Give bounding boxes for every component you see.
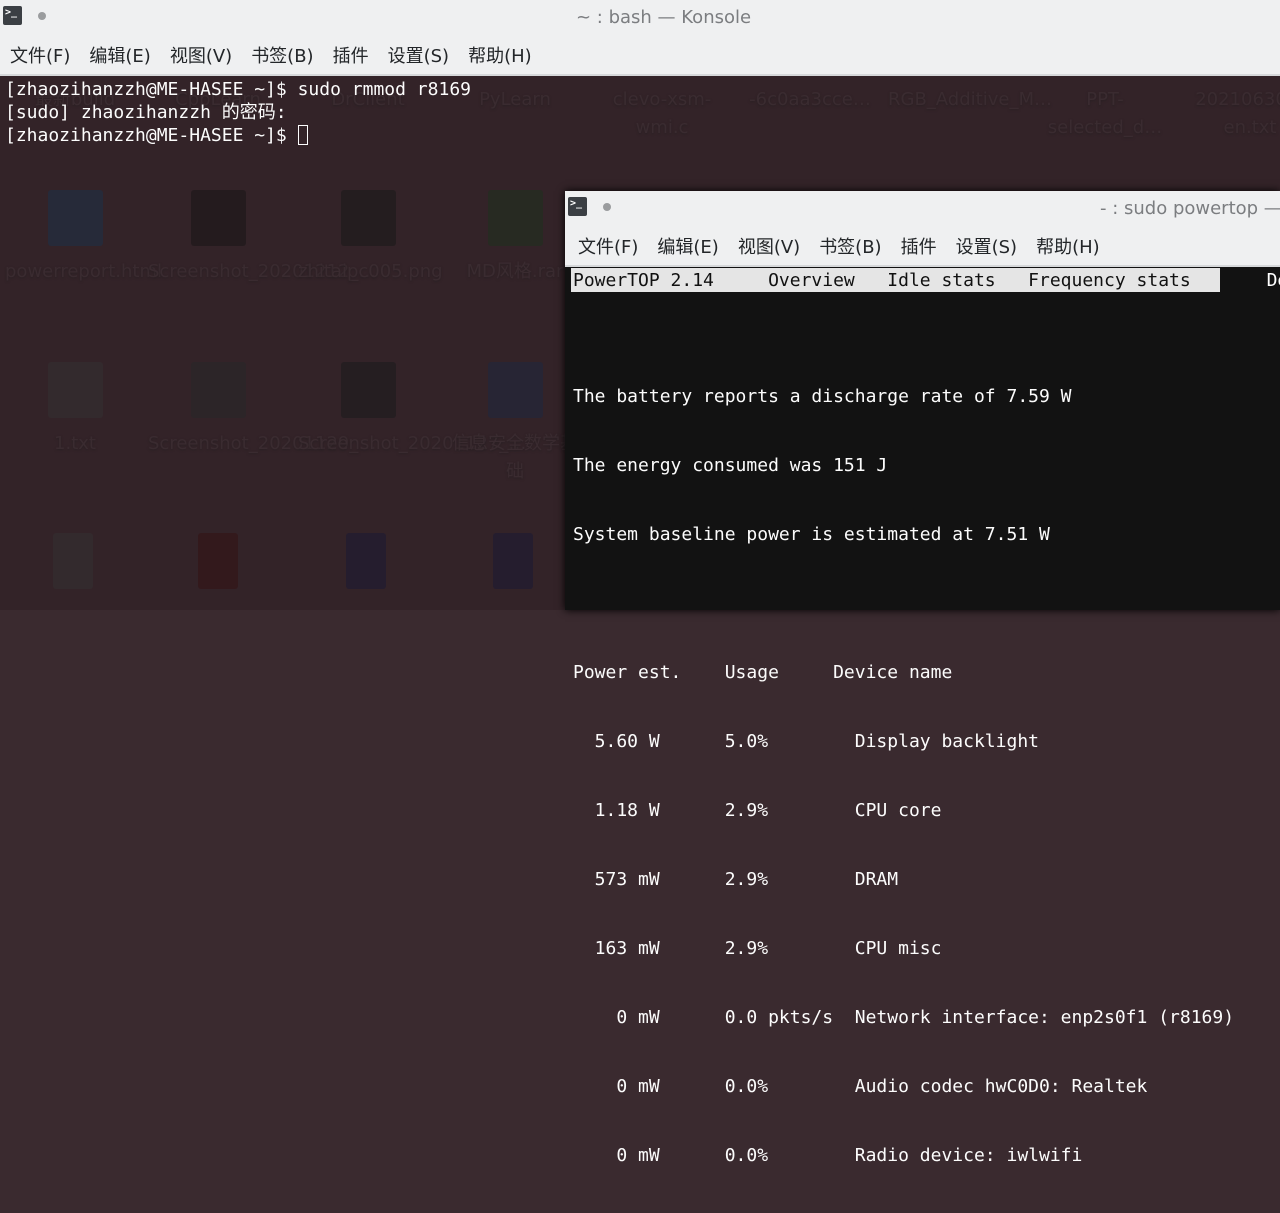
menu-file[interactable]: 文件(F): [10, 42, 70, 68]
menu-view[interactable]: 视图(V): [170, 42, 232, 68]
menu-bookmarks[interactable]: 书签(B): [819, 233, 881, 259]
terminal-line: [sudo] zhaozihanzzh 的密码:: [5, 102, 287, 123]
menu-plugins[interactable]: 插件: [901, 233, 937, 259]
table-row: 163 mW 2.9% CPU misc: [573, 938, 942, 959]
window-title: - : sudo powertop —: [1100, 198, 1280, 219]
terminal-icon: >_: [568, 197, 587, 216]
table-row: 0 mW 0.0 pkts/s Network interface: enp2s…: [573, 1007, 1235, 1028]
pin-dot-icon[interactable]: [38, 12, 46, 20]
table-row: 0 mW 0.0% Radio device: iwlwifi: [573, 1145, 1083, 1166]
menu-bar: 文件(F) 编辑(E) 视图(V) 书签(B) 插件 设置(S) 帮助(H): [565, 227, 1280, 267]
text-cursor: [297, 125, 308, 145]
pin-dot-icon[interactable]: [603, 203, 611, 211]
summary-line: System baseline power is estimated at 7.…: [573, 524, 1050, 545]
terminal-prompt: [zhaozihanzzh@ME-HASEE ~]$: [5, 125, 298, 146]
terminal-line: [zhaozihanzzh@ME-HASEE ~]$ sudo rmmod r8…: [5, 79, 471, 100]
menu-edit[interactable]: 编辑(E): [657, 233, 718, 259]
title-bar[interactable]: >_ ~ : bash — Konsole: [0, 0, 1280, 36]
powertop-output: The battery reports a discharge rate of …: [573, 339, 1280, 1213]
terminal-icon: >_: [3, 6, 22, 25]
menu-file[interactable]: 文件(F): [578, 233, 638, 259]
menu-settings[interactable]: 设置(S): [956, 233, 1017, 259]
menu-view[interactable]: 视图(V): [738, 233, 800, 259]
menu-edit[interactable]: 编辑(E): [89, 42, 150, 68]
terminal-output[interactable]: [zhaozihanzzh@ME-HASEE ~]$ sudo rmmod r8…: [5, 78, 1280, 147]
tab-device-stats[interactable]: Devi: [1267, 270, 1280, 291]
table-row: 1.18 W 2.9% CPU core: [573, 800, 942, 821]
summary-line: The energy consumed was 151 J: [573, 455, 888, 476]
menu-plugins[interactable]: 插件: [333, 42, 369, 68]
table-row: 0 mW 0.0% Audio codec hwC0D0: Realtek: [573, 1076, 1148, 1097]
table-row: 5.60 W 5.0% Display backlight: [573, 731, 1039, 752]
menu-bar: 文件(F) 编辑(E) 视图(V) 书签(B) 插件 设置(S) 帮助(H): [0, 36, 1280, 76]
table-header: Power est. Usage Device name: [573, 662, 953, 683]
menu-bookmarks[interactable]: 书签(B): [251, 42, 313, 68]
summary-line: The battery reports a discharge rate of …: [573, 386, 1072, 407]
konsole-powertop-window: >_ - : sudo powertop — 文件(F) 编辑(E) 视图(V)…: [565, 191, 1280, 1166]
menu-help[interactable]: 帮助(H): [1036, 233, 1100, 259]
title-bar[interactable]: >_ - : sudo powertop —: [565, 191, 1280, 227]
table-row: 573 mW 2.9% DRAM: [573, 869, 899, 890]
menu-help[interactable]: 帮助(H): [468, 42, 532, 68]
powertop-tabs[interactable]: PowerTOP 2.14 Overview Idle stats Freque…: [573, 270, 1191, 291]
window-title: ~ : bash — Konsole: [576, 7, 752, 28]
menu-settings[interactable]: 设置(S): [388, 42, 449, 68]
